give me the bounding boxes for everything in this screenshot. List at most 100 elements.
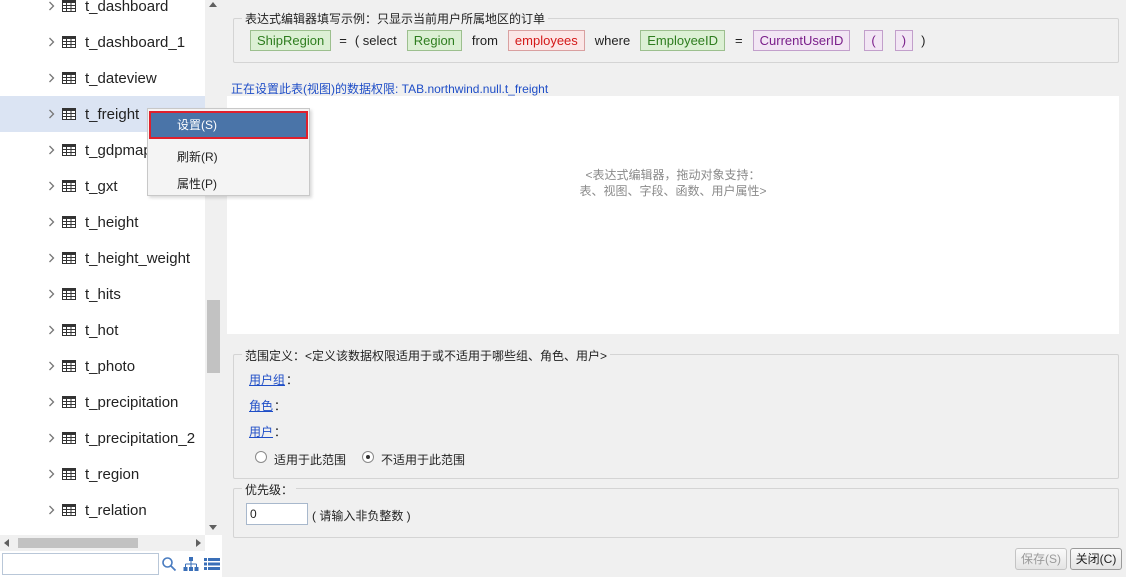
chevron-right-icon[interactable] bbox=[46, 505, 56, 515]
chevron-right-icon[interactable] bbox=[46, 181, 56, 191]
expression-keyword: where bbox=[594, 32, 631, 48]
list-view-icon[interactable] bbox=[204, 557, 220, 571]
context-menu: 设置(S) 刷新(R) 属性(P) bbox=[147, 108, 310, 196]
scope-legend: 范围定义：<定义该数据权限适用于或不适用于哪些组、角色、用户> bbox=[242, 347, 611, 364]
role-link[interactable]: 角色 bbox=[249, 397, 273, 414]
hint-line-2: 表、视图、字段、函数、用户属性> bbox=[579, 184, 767, 198]
priority-input[interactable] bbox=[246, 503, 308, 525]
apply-scope-label[interactable]: 适用于此范围 bbox=[274, 451, 346, 468]
tree-item[interactable]: t_dashboard_1 bbox=[0, 24, 205, 60]
expression-token: ShipRegion bbox=[250, 29, 332, 51]
table-icon bbox=[62, 360, 76, 372]
expression-token: ) bbox=[894, 29, 914, 51]
scrollbar-thumb[interactable] bbox=[207, 300, 220, 373]
menu-item-properties[interactable]: 属性(P) bbox=[150, 171, 307, 197]
scroll-down-arrow-icon[interactable] bbox=[209, 525, 217, 530]
table-icon bbox=[62, 216, 76, 228]
tree-item-label: t_hits bbox=[85, 285, 121, 303]
table-icon bbox=[62, 0, 76, 12]
table-icon bbox=[62, 144, 76, 156]
hint-line-1: <表达式编辑器，拖动对象支持： bbox=[585, 168, 761, 182]
expression-keyword: = bbox=[339, 32, 347, 48]
table-icon bbox=[62, 468, 76, 480]
tree-search-input[interactable] bbox=[2, 553, 159, 575]
chevron-right-icon[interactable] bbox=[46, 1, 56, 11]
tree-item-label: t_region bbox=[85, 465, 140, 483]
menu-item-settings[interactable]: 设置(S) bbox=[149, 111, 308, 139]
tree-item[interactable]: t_precipitation bbox=[0, 384, 205, 420]
tree-item[interactable]: t_relation bbox=[0, 492, 205, 528]
chevron-right-icon[interactable] bbox=[46, 145, 56, 155]
scroll-up-arrow-icon[interactable] bbox=[209, 2, 217, 7]
chevron-right-icon[interactable] bbox=[46, 433, 56, 443]
search-icon[interactable] bbox=[161, 556, 177, 572]
chevron-right-icon[interactable] bbox=[46, 397, 56, 407]
chevron-right-icon[interactable] bbox=[46, 289, 56, 299]
chevron-right-icon[interactable] bbox=[46, 217, 56, 227]
tree-item-label: t_photo bbox=[85, 357, 136, 375]
tree-item[interactable]: t_hits bbox=[0, 276, 205, 312]
chevron-right-icon[interactable] bbox=[46, 253, 56, 263]
tree-item[interactable]: t_dashboard bbox=[0, 0, 205, 24]
expression-keyword: from bbox=[471, 32, 498, 48]
tree-item[interactable]: t_dateview bbox=[0, 60, 205, 96]
not-apply-scope-radio[interactable] bbox=[362, 451, 374, 463]
table-icon bbox=[62, 72, 76, 84]
tree-item-label: t_height_weight bbox=[85, 249, 191, 267]
expression-token: ( bbox=[864, 29, 883, 51]
permission-target-label: 正在设置此表(视图)的数据权限: TAB.northwind.null.t_fr… bbox=[231, 82, 549, 96]
tree-item[interactable]: t_region bbox=[0, 456, 205, 492]
tree-item-label: t_precipitation bbox=[85, 393, 179, 411]
table-icon bbox=[62, 108, 76, 120]
tree-item-label: t_gdpmap bbox=[85, 141, 152, 159]
scrollbar-thumb[interactable] bbox=[18, 538, 138, 548]
tree-vertical-scrollbar[interactable] bbox=[205, 0, 222, 535]
tree-item-label: t_freight bbox=[85, 105, 140, 123]
chevron-right-icon[interactable] bbox=[46, 73, 56, 83]
menu-item-refresh[interactable]: 刷新(R) bbox=[150, 144, 307, 170]
tree-item[interactable]: t_photo bbox=[0, 348, 205, 384]
tree-item[interactable]: t_height_weight bbox=[0, 240, 205, 276]
table-icon bbox=[62, 324, 76, 336]
scroll-left-arrow-icon[interactable] bbox=[4, 539, 9, 547]
tree-item-label: t_dashboard_1 bbox=[85, 33, 186, 51]
expression-token: CurrentUserID bbox=[752, 29, 851, 51]
chevron-right-icon[interactable] bbox=[46, 37, 56, 47]
tree-item[interactable]: t_hot bbox=[0, 312, 205, 348]
expression-keyword: ( select bbox=[354, 32, 397, 48]
expression-keyword: ) bbox=[921, 32, 926, 48]
expression-token: EmployeeID bbox=[640, 29, 726, 51]
hierarchy-view-icon[interactable] bbox=[183, 556, 199, 572]
tree-item-label: t_dashboard bbox=[85, 0, 169, 15]
close-button[interactable]: 关闭(C) bbox=[1070, 548, 1122, 570]
table-icon bbox=[62, 432, 76, 444]
tree-item-label: t_hot bbox=[85, 321, 119, 339]
user-group-link[interactable]: 用户组 bbox=[249, 371, 285, 388]
tree-item-label: t_relation bbox=[85, 501, 147, 519]
scroll-right-arrow-icon[interactable] bbox=[196, 539, 201, 547]
chevron-right-icon[interactable] bbox=[46, 325, 56, 335]
apply-scope-radio[interactable] bbox=[255, 451, 267, 463]
tree-item[interactable]: t_height bbox=[0, 204, 205, 240]
role-colon: ： bbox=[274, 399, 287, 413]
radio-selected-dot bbox=[366, 455, 370, 459]
table-icon bbox=[62, 180, 76, 192]
object-tree-panel: t_dashboard t_dashboard_1 t_dateview t_frei… bbox=[0, 0, 222, 577]
chevron-right-icon[interactable] bbox=[46, 361, 56, 371]
expression-token: employees bbox=[507, 29, 585, 51]
expression-editor[interactable] bbox=[227, 96, 1119, 334]
tree-item[interactable]: t_precipitation_2 bbox=[0, 420, 205, 456]
user-link[interactable]: 用户 bbox=[249, 423, 273, 440]
tree-horizontal-scrollbar[interactable] bbox=[0, 535, 205, 551]
save-button[interactable]: 保存(S) bbox=[1015, 548, 1067, 570]
expression-keyword: = bbox=[735, 32, 743, 48]
table-icon bbox=[62, 504, 76, 516]
table-icon bbox=[62, 36, 76, 48]
chevron-right-icon[interactable] bbox=[46, 469, 56, 479]
example-expression: ShipRegion = ( select Region from employees wh… bbox=[250, 29, 925, 51]
chevron-right-icon[interactable] bbox=[46, 109, 56, 119]
not-apply-scope-label[interactable]: 不适用于此范围 bbox=[381, 451, 465, 468]
editor-placeholder-hint: <表达式编辑器，拖动对象支持： 表、视图、字段、函数、用户属性> bbox=[227, 167, 1119, 199]
priority-hint: ( 请输入非负整数 ) bbox=[312, 509, 411, 523]
user-group-colon: ： bbox=[286, 373, 299, 387]
